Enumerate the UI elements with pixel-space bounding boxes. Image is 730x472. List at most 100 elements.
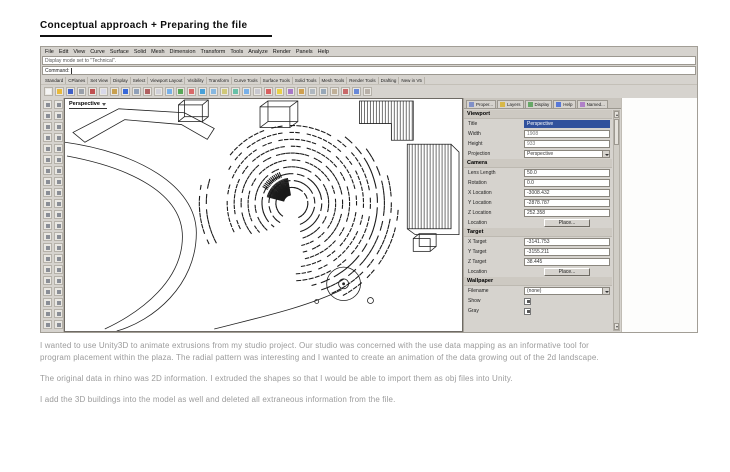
rectangle-tool-button[interactable] [43,144,52,153]
render-button[interactable] [264,87,273,96]
toolbar-tab[interactable]: Curve Tools [232,77,261,84]
properties-button[interactable] [286,87,295,96]
rotation-field[interactable]: 0.0 [524,179,610,187]
ortho-button[interactable] [319,87,328,96]
box-tool-button[interactable] [43,199,52,208]
menu-item[interactable]: Surface [110,49,129,55]
open-file-button[interactable] [55,87,64,96]
split-tool-button[interactable] [54,232,63,241]
move-tool-button[interactable] [54,254,63,263]
z-location-field[interactable]: 252.358 [524,209,610,217]
toolbar-tab[interactable]: Viewport Layout [148,77,185,84]
panel-scrollbar[interactable] [613,110,620,331]
copy-button[interactable] [99,87,108,96]
fillet-tool-button[interactable] [43,221,52,230]
offset-tool-button[interactable] [43,254,52,263]
save-file-button[interactable] [66,87,75,96]
zoom-tool-button[interactable] [43,320,52,329]
panel-tab[interactable]: Proper... [466,100,496,108]
lens-length-field[interactable]: 50.0 [524,169,610,177]
x-target-field[interactable]: -3141.753 [524,238,610,246]
join-tool-button[interactable] [43,243,52,252]
y-target-field[interactable]: -3155.211 [524,248,610,256]
menu-item[interactable]: Edit [59,49,68,55]
rotate-view-button[interactable] [231,87,240,96]
plane-tool-button[interactable] [54,166,63,175]
rotate-button[interactable] [176,87,185,96]
panel-tab[interactable]: Named... [577,100,608,108]
menu-item[interactable]: File [45,49,54,55]
menu-item[interactable]: View [73,49,85,55]
zoom-window-button[interactable] [209,87,218,96]
menu-item[interactable]: Curve [90,49,105,55]
menu-item[interactable]: Help [318,49,329,55]
sweep-tool-button[interactable] [54,188,63,197]
select-tool-button[interactable] [43,100,52,109]
history-button[interactable] [341,87,350,96]
toolbar-tab[interactable]: Transform [207,77,232,84]
mirror-tool-button[interactable] [54,276,63,285]
toolbar-tab[interactable]: Visibility [185,77,206,84]
array-tool-button[interactable] [43,287,52,296]
menu-item[interactable]: Transform [201,49,226,55]
copy-tool-button[interactable] [43,265,52,274]
trim-tool-button[interactable] [43,232,52,241]
scrollbar-track[interactable] [614,146,619,323]
planar-button[interactable] [330,87,339,96]
ellipse-tool-button[interactable] [54,133,63,142]
arc-tool-button[interactable] [43,133,52,142]
show-checkbox[interactable] [524,298,531,305]
filename-field[interactable]: (none) [524,287,610,295]
polyline-tool-button[interactable] [43,111,52,120]
panel-tab[interactable]: Layers [497,100,524,108]
place-button[interactable]: Place... [544,268,590,276]
shaded-view-button[interactable] [242,87,251,96]
wireframe-view-button[interactable] [253,87,262,96]
menu-item[interactable]: Tools [230,49,243,55]
panel-tab[interactable]: Display [525,100,553,108]
toolbar-tab[interactable]: Standard [43,77,66,84]
grid-snap-button[interactable] [308,87,317,96]
group-tool-button[interactable] [54,287,63,296]
line-tool-button[interactable] [54,111,63,120]
scroll-down-icon[interactable] [614,323,619,330]
options-button[interactable] [363,87,372,96]
x-location-field[interactable]: -3008.432 [524,189,610,197]
point-cloud-tool-button[interactable] [54,155,63,164]
menu-item[interactable]: Panels [296,49,313,55]
cylinder-tool-button[interactable] [43,210,52,219]
undo-tool-button[interactable] [54,320,63,329]
toolbar-tab[interactable]: CPlanes [66,77,88,84]
projection-field[interactable]: Perspective [524,150,610,158]
toolbar-tab[interactable]: Solid Tools [293,77,320,84]
osnap-button[interactable] [297,87,306,96]
revolve-tool-button[interactable] [43,188,52,197]
polygon-tool-button[interactable] [54,144,63,153]
menu-item[interactable]: Analyze [248,49,268,55]
title-field[interactable]: Perspective [524,120,610,128]
hatch-tool-button[interactable] [54,309,63,318]
viewport[interactable]: Perspective [64,98,463,332]
menu-item[interactable]: Render [273,49,291,55]
zoom-extents-button[interactable] [198,87,207,96]
toolbar-tab[interactable]: Surface Tools [261,77,293,84]
y-location-field[interactable]: -2878.787 [524,199,610,207]
rotate-tool-button[interactable] [54,265,63,274]
viewport-menu-arrow-icon[interactable] [102,103,106,106]
layer-tool-button[interactable] [43,309,52,318]
toolbar-tab[interactable]: Render Tools [347,77,378,84]
boolean-tool-button[interactable] [54,210,63,219]
select-button[interactable] [154,87,163,96]
z-target-field[interactable]: 38.445 [524,258,610,266]
print-button[interactable] [77,87,86,96]
point-tool-button[interactable] [54,100,63,109]
scroll-up-icon[interactable] [614,111,619,118]
extrude-tool-button[interactable] [43,177,52,186]
menu-item[interactable]: Dimension [170,49,196,55]
sphere-tool-button[interactable] [54,199,63,208]
cut-button[interactable] [88,87,97,96]
circle-tool-button[interactable] [54,122,63,131]
paste-button[interactable] [110,87,119,96]
viewport-title[interactable]: Perspective [69,101,107,109]
move-button[interactable] [165,87,174,96]
